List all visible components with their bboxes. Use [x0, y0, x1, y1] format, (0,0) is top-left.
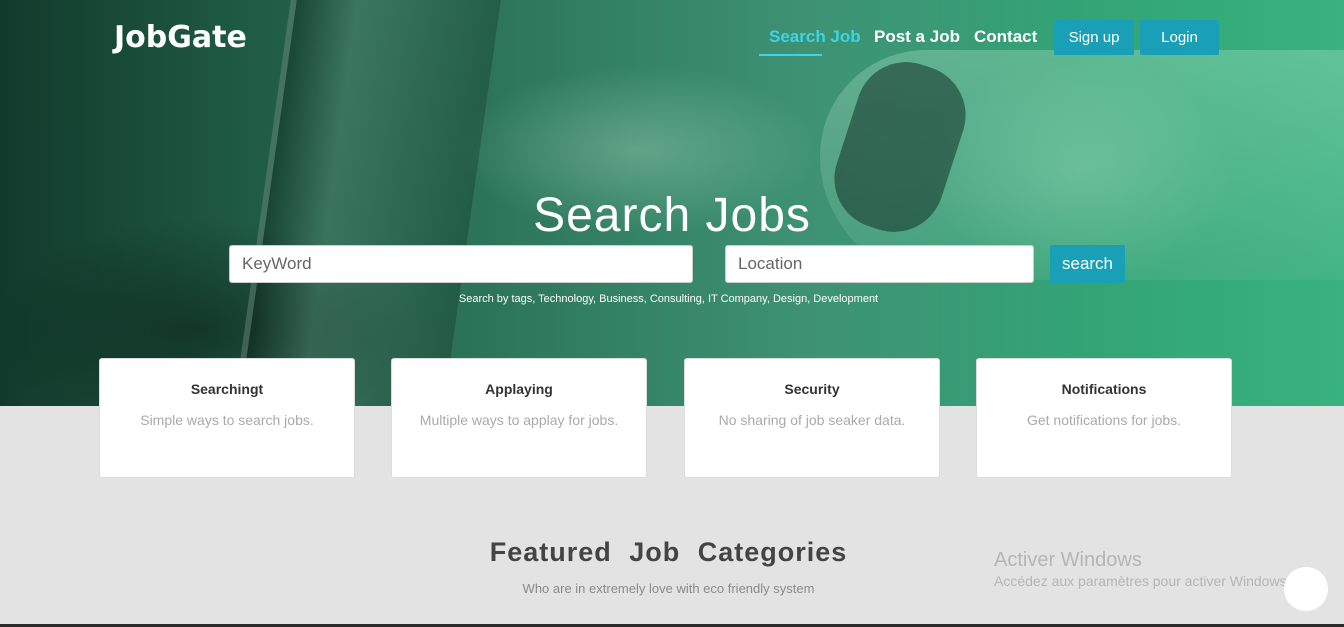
feature-description: Get notifications for jobs.: [1026, 412, 1182, 428]
login-button[interactable]: Login: [1140, 20, 1219, 55]
feature-card-searching: Searchingt Simple ways to search jobs.: [99, 358, 355, 478]
location-input[interactable]: Location: [725, 245, 1034, 283]
nav-search-job[interactable]: Search Job: [769, 27, 861, 47]
feature-description: No sharing of job seaker data.: [718, 412, 906, 428]
nav-active-indicator: [759, 54, 822, 56]
search-button[interactable]: search: [1050, 245, 1125, 283]
feature-card-applying: Applaying Multiple ways to applay for jo…: [391, 358, 647, 478]
nav-post-a-job[interactable]: Post a Job: [874, 27, 960, 47]
search-tags: Search by tags, Technology, Business, Co…: [458, 293, 879, 305]
site-logo[interactable]: JobGate: [114, 20, 247, 55]
keyword-input[interactable]: KeyWord: [229, 245, 693, 283]
feature-title: Notifications: [1061, 381, 1147, 397]
feature-card-security: Security No sharing of job seaker data.: [684, 358, 940, 478]
floating-action-button[interactable]: [1284, 567, 1328, 611]
feature-description: Multiple ways to applay for jobs.: [419, 412, 619, 428]
feature-title: Searchingt: [190, 381, 264, 397]
windows-activation-subtitle: Accédez aux paramètres pour activer Wind…: [994, 573, 1291, 589]
hero-title: Search Jobs: [533, 189, 811, 242]
windows-activation-title: Activer Windows: [994, 549, 1142, 571]
signup-button[interactable]: Sign up: [1054, 20, 1134, 55]
feature-title: Applaying: [485, 381, 553, 397]
nav-contact[interactable]: Contact: [974, 27, 1037, 47]
feature-title: Security: [784, 381, 840, 397]
feature-card-notifications: Notifications Get notifications for jobs…: [976, 358, 1232, 478]
feature-description: Simple ways to search jobs.: [140, 412, 314, 428]
